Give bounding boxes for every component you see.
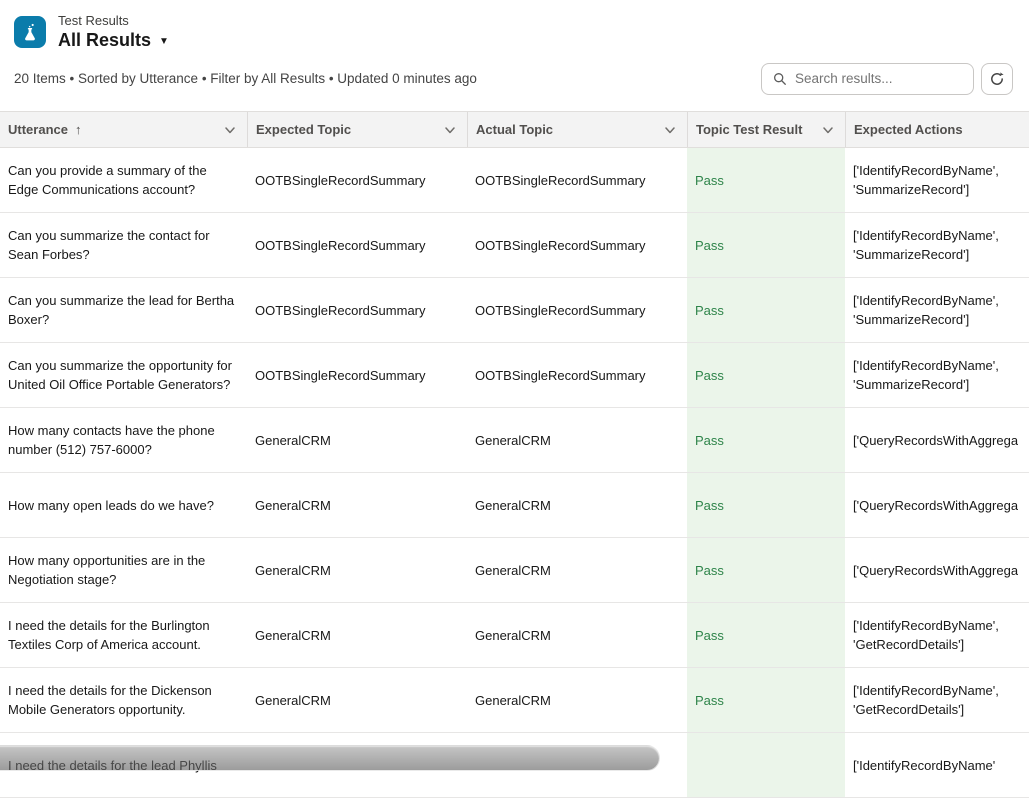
- page-titles: Test Results All Results ▼: [58, 13, 169, 51]
- column-label: Expected Topic: [256, 122, 351, 137]
- search-box[interactable]: [761, 63, 974, 95]
- list-summary: 20 Items • Sorted by Utterance • Filter …: [14, 71, 477, 86]
- utterance-cell: I need the details for the Burlington Te…: [0, 603, 247, 667]
- actual-topic-cell: GeneralCRM: [467, 408, 687, 472]
- refresh-icon: [989, 71, 1005, 87]
- expected-topic-cell: GeneralCRM: [247, 408, 467, 472]
- expected-actions-cell: ['QueryRecordsWithAggrega: [845, 408, 1029, 472]
- topic-test-result-cell: Pass: [687, 408, 845, 472]
- utterance-cell: How many contacts have the phone number …: [0, 408, 247, 472]
- table-row: Can you summarize the contact for Sean F…: [0, 213, 1029, 278]
- expected-topic-cell: GeneralCRM: [247, 668, 467, 732]
- topic-test-result-cell: Pass: [687, 668, 845, 732]
- utterance-cell: Can you provide a summary of the Edge Co…: [0, 148, 247, 212]
- utterance-cell: Can you summarize the contact for Sean F…: [0, 213, 247, 277]
- utterance-cell: Can you summarize the lead for Bertha Bo…: [0, 278, 247, 342]
- toolbar-actions: [761, 63, 1013, 95]
- actual-topic-cell: GeneralCRM: [467, 473, 687, 537]
- actual-topic-cell: OOTBSingleRecordSummary: [467, 213, 687, 277]
- expected-topic-cell: GeneralCRM: [247, 538, 467, 602]
- table-row: How many opportunities are in the Negoti…: [0, 538, 1029, 603]
- entity-label: Test Results: [58, 13, 169, 28]
- chevron-down-icon[interactable]: [223, 123, 237, 137]
- actual-topic-cell: GeneralCRM: [467, 668, 687, 732]
- topic-test-result-cell: Pass: [687, 278, 845, 342]
- expected-actions-cell: ['IdentifyRecordByName': [845, 733, 1029, 797]
- column-header-actual-topic[interactable]: Actual Topic: [467, 112, 687, 147]
- page-header: Test Results All Results ▼: [14, 13, 169, 51]
- column-label: Actual Topic: [476, 122, 553, 137]
- expected-topic-cell: OOTBSingleRecordSummary: [247, 343, 467, 407]
- utterance-cell: How many opportunities are in the Negoti…: [0, 538, 247, 602]
- table-row: I need the details for the Burlington Te…: [0, 603, 1029, 668]
- actual-topic-cell: GeneralCRM: [467, 538, 687, 602]
- actual-topic-cell: OOTBSingleRecordSummary: [467, 148, 687, 212]
- column-header-utterance[interactable]: Utterance ↑: [0, 112, 247, 147]
- actual-topic-cell: OOTBSingleRecordSummary: [467, 278, 687, 342]
- topic-test-result-cell: Pass: [687, 148, 845, 212]
- flask-icon-glyph: [20, 22, 40, 42]
- column-label: Expected Actions: [854, 122, 963, 137]
- topic-test-result-cell: Pass: [687, 343, 845, 407]
- expected-topic-cell: OOTBSingleRecordSummary: [247, 213, 467, 277]
- column-label: Topic Test Result: [696, 122, 802, 137]
- expected-actions-cell: ['IdentifyRecordByName', 'SummarizeRecor…: [845, 148, 1029, 212]
- expected-actions-cell: ['IdentifyRecordByName', 'SummarizeRecor…: [845, 213, 1029, 277]
- column-header-expected-actions[interactable]: Expected Actions: [845, 112, 1029, 147]
- list-view-caret-icon: ▼: [159, 34, 169, 47]
- list-view-name: All Results: [58, 30, 151, 51]
- chevron-down-icon[interactable]: [663, 123, 677, 137]
- utterance-cell: Can you summarize the opportunity for Un…: [0, 343, 247, 407]
- column-header-expected-topic[interactable]: Expected Topic: [247, 112, 467, 147]
- search-icon: [773, 72, 787, 86]
- search-input[interactable]: [795, 71, 962, 86]
- toolbar: 20 Items • Sorted by Utterance • Filter …: [14, 62, 1013, 95]
- expected-topic-cell: OOTBSingleRecordSummary: [247, 148, 467, 212]
- results-table: Utterance ↑ Expected Topic Actual Topic: [0, 111, 1029, 798]
- table-row: How many contacts have the phone number …: [0, 408, 1029, 473]
- table-row: Can you summarize the lead for Bertha Bo…: [0, 278, 1029, 343]
- expected-actions-cell: ['IdentifyRecordByName', 'GetRecordDetai…: [845, 668, 1029, 732]
- expected-actions-cell: ['IdentifyRecordByName', 'SummarizeRecor…: [845, 278, 1029, 342]
- flask-icon: [14, 16, 46, 48]
- refresh-button[interactable]: [981, 63, 1013, 95]
- actual-topic-cell: GeneralCRM: [467, 603, 687, 667]
- expected-actions-cell: ['IdentifyRecordByName', 'SummarizeRecor…: [845, 343, 1029, 407]
- topic-test-result-cell: Pass: [687, 473, 845, 537]
- expected-topic-cell: OOTBSingleRecordSummary: [247, 278, 467, 342]
- topic-test-result-cell: [687, 733, 845, 797]
- table-row: Can you provide a summary of the Edge Co…: [0, 148, 1029, 213]
- table-row: I need the details for the Dickenson Mob…: [0, 668, 1029, 733]
- expected-actions-cell: ['QueryRecordsWithAggrega: [845, 473, 1029, 537]
- column-header-topic-test-result[interactable]: Topic Test Result: [687, 112, 845, 147]
- table-row: Can you summarize the opportunity for Un…: [0, 343, 1029, 408]
- column-label: Utterance: [8, 122, 68, 137]
- topic-test-result-cell: Pass: [687, 213, 845, 277]
- chevron-down-icon[interactable]: [821, 123, 835, 137]
- expected-topic-cell: GeneralCRM: [247, 603, 467, 667]
- table-body: Can you provide a summary of the Edge Co…: [0, 148, 1029, 798]
- actual-topic-cell: OOTBSingleRecordSummary: [467, 343, 687, 407]
- chevron-down-icon[interactable]: [443, 123, 457, 137]
- horizontal-scrollbar-thumb[interactable]: [0, 745, 660, 771]
- list-view-selector[interactable]: All Results ▼: [58, 30, 169, 51]
- utterance-cell: How many open leads do we have?: [0, 473, 247, 537]
- topic-test-result-cell: Pass: [687, 603, 845, 667]
- table-row: How many open leads do we have? GeneralC…: [0, 473, 1029, 538]
- expected-actions-cell: ['IdentifyRecordByName', 'GetRecordDetai…: [845, 603, 1029, 667]
- expected-actions-cell: ['QueryRecordsWithAggrega: [845, 538, 1029, 602]
- utterance-cell: I need the details for the Dickenson Mob…: [0, 668, 247, 732]
- sort-ascending-icon: ↑: [75, 122, 82, 137]
- table-header-row: Utterance ↑ Expected Topic Actual Topic: [0, 112, 1029, 148]
- topic-test-result-cell: Pass: [687, 538, 845, 602]
- expected-topic-cell: GeneralCRM: [247, 473, 467, 537]
